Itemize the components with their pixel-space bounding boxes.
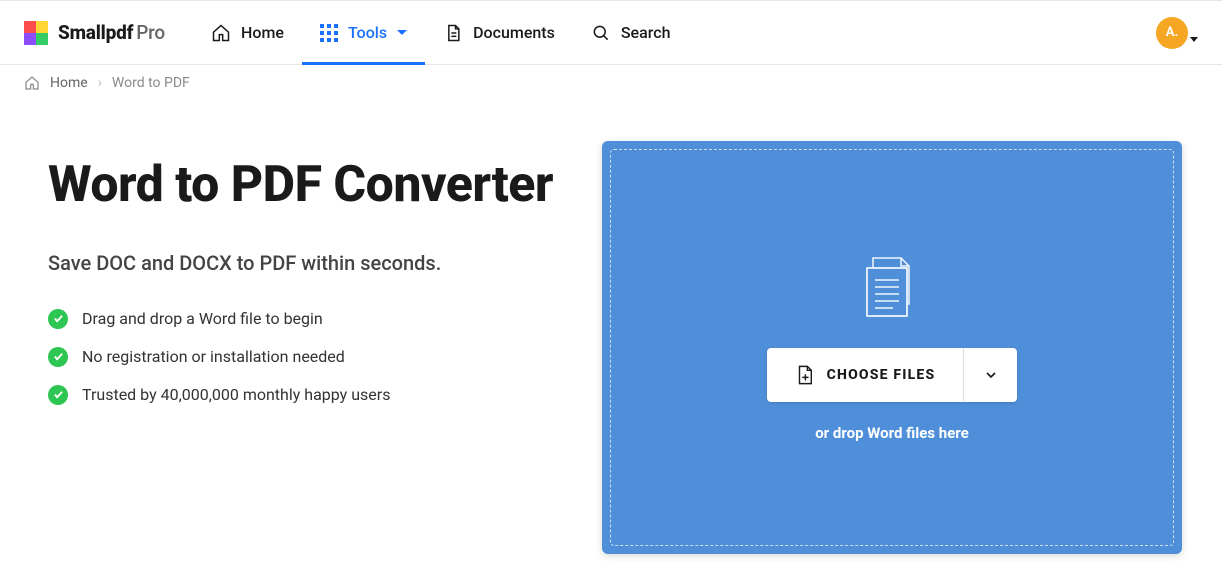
check-icon — [48, 309, 68, 329]
feature-text: Trusted by 40,000,000 monthly happy user… — [82, 385, 390, 404]
chevron-down-icon — [397, 30, 407, 35]
drop-hint-text: or drop Word files here — [815, 424, 969, 442]
nav-items: Home Tools Documents Search — [193, 1, 688, 64]
feature-list: Drag and drop a Word file to begin No re… — [48, 309, 562, 405]
chevron-down-icon — [983, 367, 999, 383]
user-avatar-menu[interactable]: A. — [1156, 17, 1198, 49]
nav-tools-label: Tools — [348, 23, 387, 42]
choose-files-dropdown[interactable] — [963, 348, 1017, 402]
search-icon — [591, 23, 611, 43]
check-icon — [48, 385, 68, 405]
choose-files-button[interactable]: CHOOSE FILES — [767, 348, 964, 402]
brand-text: SmallpdfPro — [58, 21, 165, 44]
logo-icon — [24, 21, 48, 45]
feature-text: No registration or installation needed — [82, 347, 345, 366]
page-subtitle: Save DOC and DOCX to PDF within seconds. — [48, 251, 562, 275]
choose-files-label: CHOOSE FILES — [827, 367, 936, 383]
brand-logo[interactable]: SmallpdfPro — [24, 21, 165, 45]
nav-search-label: Search — [621, 23, 671, 42]
feature-item: No registration or installation needed — [48, 347, 562, 367]
top-navigation: SmallpdfPro Home Tools Documents Search — [0, 0, 1222, 65]
feature-item: Drag and drop a Word file to begin — [48, 309, 562, 329]
avatar: A. — [1156, 17, 1188, 49]
home-icon — [211, 23, 231, 43]
document-icon — [443, 23, 463, 43]
breadcrumb-separator: › — [98, 75, 102, 91]
avatar-initial: A. — [1166, 25, 1179, 40]
file-add-icon — [795, 364, 815, 386]
nav-home-label: Home — [241, 23, 284, 42]
main-content: Word to PDF Converter Save DOC and DOCX … — [0, 101, 1222, 554]
breadcrumb-home[interactable]: Home — [50, 75, 88, 91]
page-title: Word to PDF Converter — [48, 157, 562, 215]
left-column: Word to PDF Converter Save DOC and DOCX … — [48, 141, 562, 554]
home-icon — [24, 75, 40, 91]
nav-documents[interactable]: Documents — [425, 1, 573, 64]
grid-icon — [320, 24, 338, 42]
check-icon — [48, 347, 68, 367]
file-dropzone[interactable]: CHOOSE FILES or drop Word files here — [602, 141, 1182, 554]
nav-home[interactable]: Home — [193, 1, 302, 64]
breadcrumb: Home › Word to PDF — [0, 65, 1222, 101]
chevron-down-icon — [1190, 37, 1198, 42]
feature-text: Drag and drop a Word file to begin — [82, 309, 323, 328]
document-stack-icon — [863, 254, 921, 318]
nav-documents-label: Documents — [473, 23, 555, 42]
choose-files-group: CHOOSE FILES — [767, 348, 1018, 402]
feature-item: Trusted by 40,000,000 monthly happy user… — [48, 385, 562, 405]
nav-search[interactable]: Search — [573, 1, 689, 64]
nav-tools[interactable]: Tools — [302, 1, 425, 64]
breadcrumb-current: Word to PDF — [112, 75, 190, 91]
